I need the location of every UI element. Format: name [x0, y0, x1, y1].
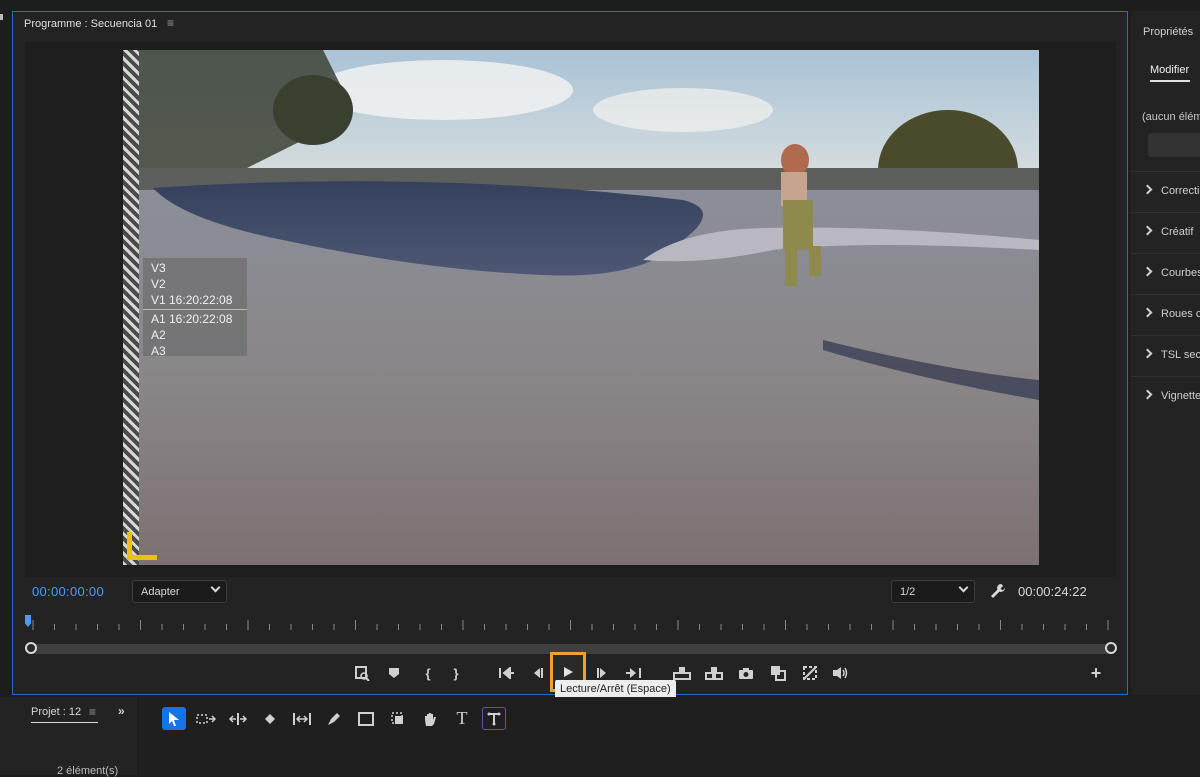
track-label-v1: V1 16:20:22:08 — [151, 293, 233, 307]
double-chevron-right-icon[interactable]: » — [118, 704, 125, 718]
section-label: Créatif — [1161, 226, 1194, 238]
section-roues[interactable]: Roues c — [1131, 294, 1200, 335]
section-label: Correctio — [1161, 185, 1200, 197]
panel-header: Programme : Secuencia 01 ≡ — [13, 12, 1127, 38]
scrub-out-handle[interactable] — [1105, 642, 1117, 654]
section-correction[interactable]: Correctio — [1131, 171, 1200, 212]
text-edit-icon[interactable] — [482, 707, 506, 730]
slip-icon[interactable] — [290, 707, 314, 730]
tab-modifier[interactable]: Modifier — [1150, 64, 1189, 76]
active-tab-underline — [1150, 80, 1190, 82]
section-label: Courbes — [1161, 267, 1200, 279]
playback-resolution-dropdown[interactable]: 1/2 — [891, 580, 975, 603]
chevron-right-icon — [1142, 307, 1153, 318]
mark-out-icon[interactable]: } — [443, 663, 469, 683]
properties-title[interactable]: Propriétés — [1143, 26, 1193, 38]
wrench-icon[interactable] — [990, 583, 1006, 599]
empty-state-text: (aucun élém — [1142, 111, 1200, 123]
pen-icon[interactable] — [322, 707, 346, 730]
compare-icon[interactable] — [765, 663, 791, 683]
play-icon — [564, 667, 573, 677]
text-icon[interactable]: T — [450, 707, 474, 730]
track-label-a3: A3 — [151, 344, 166, 358]
section-vignette[interactable]: Vignette — [1131, 376, 1200, 417]
tools-panel: T — [139, 697, 1200, 775]
track-label-a1: A1 16:20:22:08 — [151, 312, 233, 326]
mark-in-icon[interactable]: { — [415, 663, 441, 683]
chevron-down-icon — [958, 582, 969, 593]
selection-tool-icon[interactable] — [162, 707, 186, 730]
safe-margin-stripes — [123, 50, 139, 565]
current-timecode[interactable]: 00:00:00:00 — [32, 584, 104, 599]
track-select-icon[interactable] — [194, 707, 218, 730]
zoom-level-value: Adapter — [141, 586, 180, 598]
skatepark-scene-image — [123, 50, 1039, 565]
extract-icon[interactable] — [701, 663, 727, 683]
item-count: 2 élément(s) — [57, 765, 119, 777]
scrub-in-handle[interactable] — [25, 642, 37, 654]
step-back-icon[interactable] — [525, 663, 551, 683]
export-frame-icon[interactable] — [349, 663, 375, 683]
duration-timecode: 00:00:24:22 — [1018, 584, 1087, 599]
razor-icon[interactable] — [258, 707, 282, 730]
time-ruler[interactable] — [25, 616, 1115, 632]
project-tab[interactable]: Projet : 12 — [31, 706, 81, 718]
volume-icon[interactable] — [827, 663, 853, 683]
hand-icon[interactable] — [418, 707, 442, 730]
section-courbes[interactable]: Courbes — [1131, 253, 1200, 294]
ripple-edit-icon[interactable] — [226, 707, 250, 730]
video-frame[interactable]: V3 V2 V1 16:20:22:08 A1 16:20:22:08 A2 A… — [123, 50, 1039, 565]
properties-panel: Propriétés Modifier (aucun élém Correcti… — [1131, 11, 1200, 695]
chevron-right-icon — [1142, 389, 1153, 400]
proxy-icon[interactable] — [797, 663, 823, 683]
track-label-a2: A2 — [151, 328, 166, 342]
panel-edge-marker — [0, 14, 4, 20]
section-label: Vignette — [1161, 390, 1200, 402]
in-point-corner-mark — [127, 532, 157, 560]
crop-icon[interactable] — [386, 707, 410, 730]
section-label: Roues c — [1161, 308, 1200, 320]
overlay-divider — [143, 309, 247, 310]
add-button-icon[interactable]: + — [1083, 663, 1109, 683]
marker-icon[interactable] — [381, 663, 407, 683]
chevron-down-icon — [210, 582, 221, 593]
chevron-right-icon — [1142, 225, 1153, 236]
go-to-in-icon[interactable] — [494, 663, 520, 683]
active-tab-underline — [31, 722, 98, 723]
hamburger-icon[interactable]: ≡ — [89, 705, 96, 719]
chevron-right-icon — [1142, 184, 1153, 195]
video-viewer[interactable]: V3 V2 V1 16:20:22:08 A1 16:20:22:08 A2 A… — [25, 42, 1116, 577]
rectangle-icon[interactable] — [354, 707, 378, 730]
program-monitor-panel: Programme : Secuencia 01 ≡ V3 V2 V1 16:2… — [12, 11, 1128, 695]
section-label: TSL sec — [1161, 349, 1200, 361]
properties-field[interactable] — [1148, 133, 1200, 157]
track-info-overlay: V3 V2 V1 16:20:22:08 A1 16:20:22:08 A2 A… — [143, 258, 247, 358]
zoom-level-dropdown[interactable]: Adapter — [132, 580, 227, 603]
chevron-right-icon — [1142, 266, 1153, 277]
chevron-right-icon — [1142, 348, 1153, 359]
section-tsl[interactable]: TSL sec — [1131, 335, 1200, 376]
track-label-v2: V2 — [151, 277, 166, 291]
camera-icon[interactable] — [733, 663, 759, 683]
project-panel: Projet : 12 ≡ » 2 élément(s) — [0, 697, 137, 777]
hamburger-icon[interactable]: ≡ — [167, 16, 174, 30]
section-creatif[interactable]: Créatif — [1131, 212, 1200, 253]
track-label-v3: V3 — [151, 261, 166, 275]
panel-title[interactable]: Programme : Secuencia 01 — [24, 18, 157, 30]
resolution-value: 1/2 — [900, 586, 916, 598]
